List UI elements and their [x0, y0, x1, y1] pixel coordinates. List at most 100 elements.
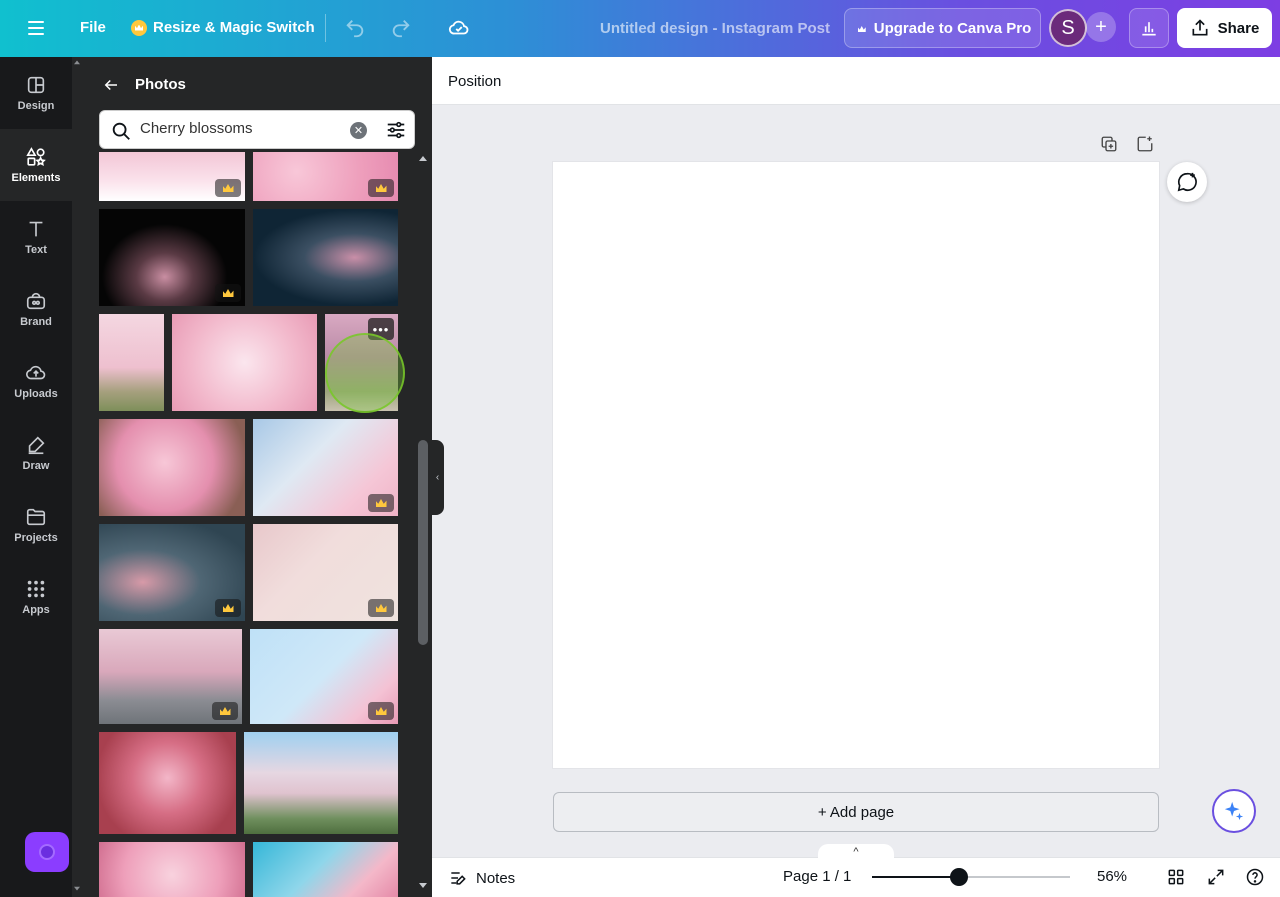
share-label: Share: [1217, 19, 1260, 37]
left-rail: Design Elements Text Brand Uploads Draw …: [0, 57, 72, 897]
photo-thumbnail[interactable]: [99, 842, 245, 897]
fullscreen-icon[interactable]: [1206, 867, 1226, 887]
premium-crown-icon: [215, 284, 241, 302]
redo-icon[interactable]: [390, 17, 412, 39]
rail-item-uploads[interactable]: Uploads: [0, 345, 72, 417]
notes-label: Notes: [476, 869, 516, 887]
rail-item-projects[interactable]: Projects: [0, 489, 72, 561]
context-toolbar: [432, 57, 1280, 105]
photo-thumbnail[interactable]: [253, 842, 398, 897]
rail-item-elements[interactable]: Elements: [0, 129, 72, 201]
resize-label: Resize & Magic Switch: [153, 19, 315, 36]
undo-icon[interactable]: [344, 17, 366, 39]
panel-title: Photos: [135, 76, 186, 93]
premium-crown-icon: [212, 702, 238, 720]
photo-thumbnail[interactable]: [99, 209, 245, 306]
magic-icon: [39, 844, 55, 860]
zoom-slider-handle[interactable]: [950, 868, 969, 886]
photo-thumbnail[interactable]: [253, 524, 398, 621]
rail-item-design[interactable]: Design: [0, 57, 72, 129]
file-menu-button[interactable]: File: [80, 19, 106, 36]
premium-crown-icon: [368, 494, 394, 512]
rail-item-label: Draw: [22, 460, 50, 472]
photo-thumbnail[interactable]: [99, 419, 245, 516]
add-page-button[interactable]: + Add page: [553, 792, 1159, 832]
menu-icon[interactable]: [22, 17, 50, 39]
analytics-icon[interactable]: [1129, 8, 1169, 48]
rail-item-draw[interactable]: Draw: [0, 417, 72, 489]
search-input[interactable]: [140, 120, 340, 137]
toolbar-divider: [325, 14, 326, 42]
show-pages-icon[interactable]: ^: [818, 844, 894, 860]
resize-magic-switch-button[interactable]: Resize & Magic Switch: [131, 19, 315, 36]
document-title[interactable]: Untitled design - Instagram Post: [600, 20, 830, 37]
elements-icon: [26, 147, 46, 167]
filter-icon[interactable]: [385, 119, 407, 141]
rail-item-label: Apps: [22, 604, 50, 616]
add-collaborator-icon[interactable]: +: [1086, 12, 1116, 42]
cloud-saved-icon[interactable]: [447, 17, 471, 39]
rail-item-apps[interactable]: Apps: [0, 561, 72, 633]
back-arrow-icon[interactable]: [101, 76, 121, 99]
file-label: File: [80, 19, 106, 36]
position-button[interactable]: Position: [448, 73, 501, 90]
top-bar: File Resize & Magic Switch Untitled desi…: [0, 0, 1280, 57]
rail-scrollbar[interactable]: [72, 57, 82, 897]
crown-icon: [131, 19, 147, 36]
notes-icon: [451, 872, 466, 885]
draw-icon: [28, 436, 45, 455]
help-icon[interactable]: [1245, 867, 1265, 887]
photo-thumbnail[interactable]: [99, 732, 236, 834]
rail-item-label: Brand: [20, 316, 52, 328]
rail-item-label: Projects: [14, 532, 58, 544]
share-icon: [1192, 19, 1208, 36]
photo-thumbnail[interactable]: [172, 314, 317, 411]
zoom-level[interactable]: 56%: [1097, 868, 1127, 885]
add-page-icon[interactable]: [1136, 135, 1154, 153]
photo-thumbnail[interactable]: [99, 629, 242, 724]
brand-icon: [26, 292, 46, 310]
premium-crown-icon: [368, 179, 394, 197]
share-button[interactable]: Share: [1177, 8, 1272, 48]
cursor-highlight: [325, 333, 405, 413]
panel-scroll-thumb[interactable]: [418, 440, 428, 645]
rail-item-text[interactable]: Text: [0, 201, 72, 273]
grid-view-icon[interactable]: [1166, 867, 1186, 887]
text-icon: [29, 221, 43, 237]
rail-item-brand[interactable]: Brand: [0, 273, 72, 345]
add-comment-icon[interactable]: [1167, 162, 1207, 202]
design-page[interactable]: [553, 162, 1159, 768]
clear-search-icon[interactable]: ✕: [350, 122, 367, 139]
search-bar[interactable]: ✕: [99, 110, 415, 149]
rail-item-label: Text: [25, 244, 47, 256]
premium-crown-icon: [368, 599, 394, 617]
zoom-slider-fill: [872, 876, 960, 878]
photo-thumbnail[interactable]: [244, 732, 398, 834]
notes-button[interactable]: Notes: [448, 868, 515, 888]
rail-item-label: Design: [17, 100, 55, 112]
premium-crown-icon: [215, 599, 241, 617]
crown-icon: [854, 21, 868, 35]
upgrade-label: Upgrade to Canva Pro: [873, 19, 1032, 37]
photo-thumbnail[interactable]: [253, 152, 398, 201]
photo-thumbnail[interactable]: [253, 209, 398, 306]
premium-crown-icon: [215, 179, 241, 197]
avatar[interactable]: S: [1049, 9, 1087, 47]
photo-thumbnail[interactable]: [253, 419, 398, 516]
rail-item-label: Uploads: [14, 388, 58, 400]
photo-thumbnail[interactable]: [99, 524, 245, 621]
uploads-icon: [26, 365, 46, 380]
collapse-panel-icon[interactable]: ‹: [431, 440, 444, 515]
duplicate-page-icon[interactable]: [1100, 135, 1118, 153]
magic-assistant-button[interactable]: [25, 832, 69, 872]
design-icon: [27, 76, 45, 94]
photo-thumbnail[interactable]: [99, 314, 164, 411]
projects-icon: [26, 508, 46, 526]
sparkle-assistant-icon[interactable]: [1212, 789, 1256, 833]
photo-thumbnail[interactable]: [250, 629, 398, 724]
page-indicator[interactable]: Page 1 / 1: [783, 868, 851, 885]
bottom-bar: [432, 857, 1280, 897]
upgrade-button[interactable]: Upgrade to Canva Pro: [844, 8, 1041, 48]
apps-icon: [27, 580, 45, 598]
photo-thumbnail[interactable]: [99, 152, 245, 201]
